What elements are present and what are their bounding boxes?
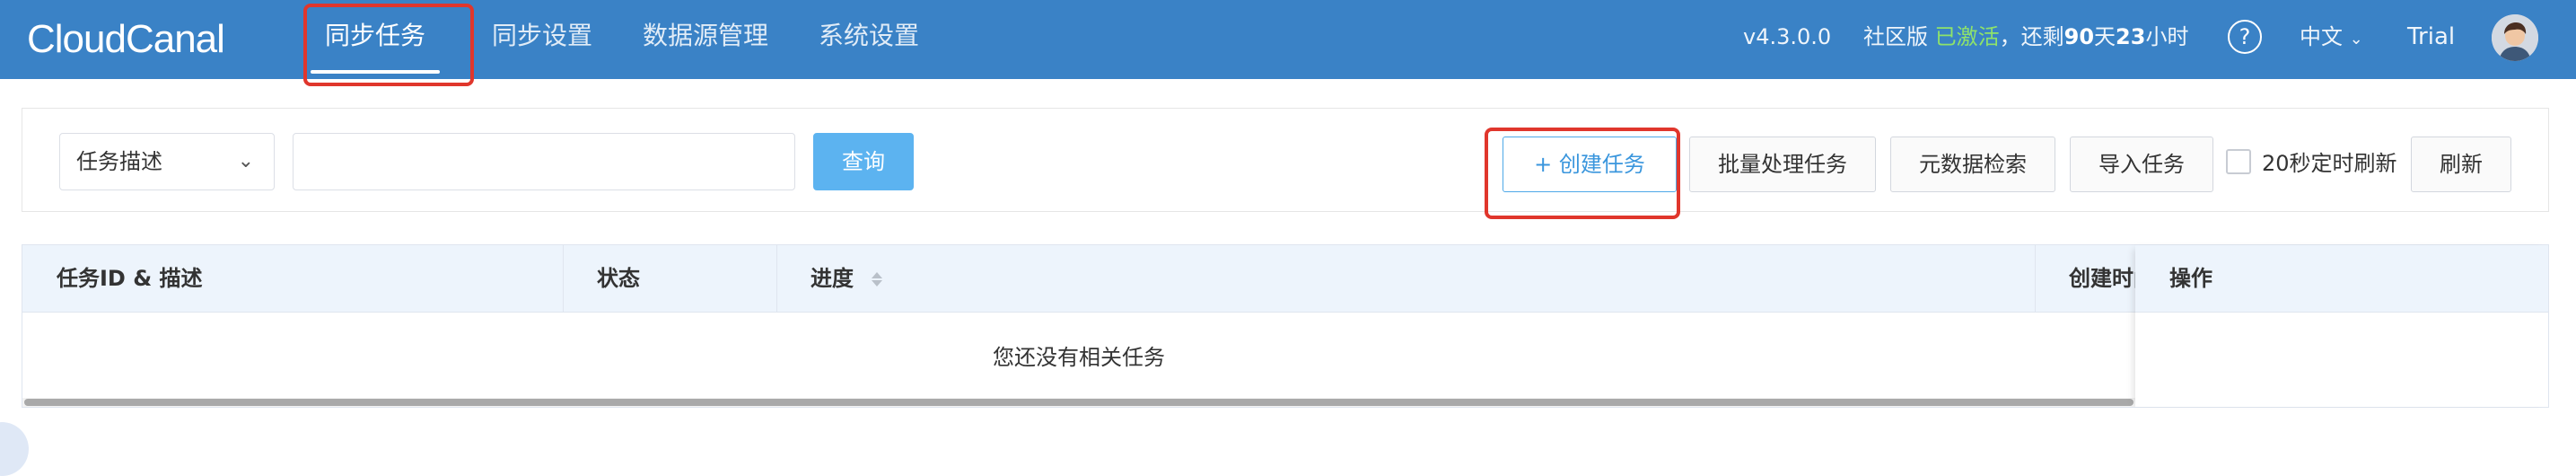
language-dropdown[interactable]: 中文 ⌄ [2300,0,2363,79]
column-header-created-time: 创建时间 [2069,266,2135,291]
column-divider [563,245,564,312]
avatar-icon [2492,14,2538,61]
column-header-task-id: 任务ID & 描述 [57,266,203,291]
tab-system-settings[interactable]: 系统设置 [819,0,919,79]
column-header-progress[interactable]: 进度 [810,245,883,312]
remaining-prefix: ，还剩 [1999,24,2064,49]
scrollbar-thumb[interactable] [24,399,2134,406]
tab-label: 系统设置 [819,21,920,50]
chevron-down-icon: ⌄ [2349,30,2363,48]
batch-process-button[interactable]: 批量处理任务 [1689,137,1876,192]
column-divider [2035,245,2036,312]
tab-label: 数据源管理 [643,21,769,50]
help-icon[interactable]: ? [2228,20,2262,54]
license-type[interactable]: Trial [2407,0,2455,79]
top-nav: CloudCanal 同步任务 同步设置 数据源管理 系统设置 v4.3.0.0… [0,0,2576,86]
language-label: 中文 [2300,24,2343,49]
hours-unit: 小时 [2145,24,2189,49]
floating-circle-button[interactable] [0,422,29,476]
filter-field-select[interactable]: 任务描述 ⌄ [59,133,275,190]
column-header-status: 状态 [597,266,640,291]
remaining-days: 90 [2063,24,2095,49]
highlight-box-create [1485,128,1680,219]
avatar[interactable] [2492,14,2538,61]
cloudcanal-logo[interactable]: CloudCanal [27,13,225,66]
fixed-actions-column: 操作 [2135,245,2548,407]
highlight-box-tab [303,4,474,86]
auto-refresh-checkbox[interactable] [2226,149,2251,174]
tab-label: 同步设置 [492,21,593,50]
license-status: 社区版 已激活，还剩90天23小时 [1863,0,2188,79]
tab-sync-settings[interactable]: 同步设置 [492,0,592,79]
filter-select-value: 任务描述 [76,149,162,174]
column-header-actions: 操作 [2169,266,2212,291]
column-divider [776,245,777,312]
metadata-search-button[interactable]: 元数据检索 [1890,137,2055,192]
search-input[interactable] [293,133,795,190]
import-task-button[interactable]: 导入任务 [2070,137,2213,192]
task-table: 任务ID & 描述 状态 进度 创建时间 您还没有相关任务 操作 [22,244,2549,408]
edition-label: 社区版 [1863,24,1928,49]
horizontal-scrollbar[interactable] [22,398,2135,407]
sort-icon[interactable] [872,270,883,288]
remaining-hours: 23 [2116,24,2146,49]
version-label: v4.3.0.0 [1743,24,1832,49]
empty-state-text: 您还没有相关任务 [993,345,1165,370]
chevron-down-icon: ⌄ [237,150,254,172]
actions-header-cell: 操作 [2135,245,2548,313]
auto-refresh-label: 20秒定时刷新 [2262,151,2397,176]
days-unit: 天 [2094,24,2116,49]
progress-header-label: 进度 [810,266,854,291]
tab-datasource-management[interactable]: 数据源管理 [643,0,768,79]
refresh-button[interactable]: 刷新 [2411,137,2511,192]
query-button[interactable]: 查询 [813,133,914,190]
activation-status: 已激活 [1934,24,2000,49]
